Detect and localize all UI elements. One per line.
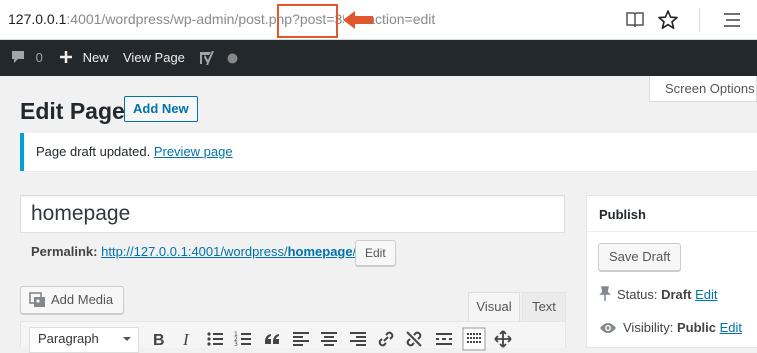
- visibility-value: Public: [676, 320, 716, 335]
- bullet-list-icon[interactable]: [205, 329, 225, 349]
- insert-link-icon[interactable]: [376, 329, 396, 349]
- read-more-icon[interactable]: [434, 329, 454, 349]
- screen-options-button[interactable]: Screen Options: [649, 76, 757, 102]
- comment-bubble-icon: [12, 51, 24, 63]
- permalink-row: Permalink: http://127.0.0.1:4001/wordpre…: [31, 244, 356, 259]
- save-draft-button[interactable]: Save Draft: [598, 243, 682, 271]
- publish-box: Publish Save Draft Status: Draft Edit Vi…: [586, 195, 757, 348]
- status-row: Status: Draft Edit: [599, 286, 717, 302]
- post-title-input[interactable]: homepage: [20, 195, 565, 233]
- permalink-slug: homepage: [287, 244, 353, 259]
- preview-page-link[interactable]: Preview page: [154, 144, 233, 159]
- tab-visual[interactable]: Visual: [468, 292, 520, 321]
- format-value: Paragraph: [38, 331, 99, 346]
- editor-toolbar: Paragraph B I 123: [20, 321, 566, 353]
- align-right-icon[interactable]: [348, 329, 368, 349]
- add-media-icon: [29, 292, 45, 307]
- page-title: Edit Page: [20, 98, 125, 124]
- status-value: Draft: [661, 287, 692, 302]
- annotation-arrow-icon: [343, 11, 373, 29]
- toolbar-toggle-icon[interactable]: [462, 327, 486, 351]
- numbered-list-icon[interactable]: 123: [233, 329, 253, 349]
- hamburger-menu-icon[interactable]: [720, 8, 744, 32]
- publish-box-header[interactable]: Publish: [587, 196, 757, 232]
- format-select[interactable]: Paragraph: [29, 327, 139, 353]
- permalink-base: http://127.0.0.1:4001/wordpress/: [101, 244, 288, 259]
- reader-view-icon[interactable]: [623, 8, 647, 32]
- status-edit-link[interactable]: Edit: [695, 287, 717, 302]
- view-page-link[interactable]: View Page: [123, 40, 185, 76]
- remove-link-icon[interactable]: [404, 329, 424, 349]
- permalink-label: Permalink:: [31, 244, 98, 259]
- update-notice: Page draft updated. Preview page: [20, 133, 757, 171]
- fullscreen-icon[interactable]: [493, 329, 513, 349]
- url-highlight-box: [277, 4, 338, 38]
- comments-menu[interactable]: 0: [10, 40, 43, 76]
- comments-count: 0: [35, 50, 43, 65]
- svg-text:B: B: [153, 332, 165, 349]
- add-new-button[interactable]: Add New: [124, 96, 198, 122]
- notice-text: Page draft updated. Preview page: [36, 144, 233, 159]
- chevron-down-icon: [123, 337, 131, 341]
- url-host: 127.0.0.1: [8, 11, 67, 27]
- seo-status-dot-icon: [227, 53, 238, 64]
- plus-icon: [60, 51, 72, 63]
- align-center-icon[interactable]: [319, 329, 339, 349]
- svg-text:I: I: [182, 330, 190, 349]
- url-path: :4001/wordpress/wp-admin/post.php?post=3…: [66, 11, 436, 27]
- pin-icon: [599, 286, 611, 301]
- add-media-label: Add Media: [51, 292, 114, 307]
- toolbar-divider: [699, 8, 700, 32]
- eye-icon: [600, 323, 616, 333]
- new-label: New: [82, 50, 109, 65]
- visibility-edit-link[interactable]: Edit: [720, 320, 742, 335]
- browser-address-bar: 127.0.0.1:4001/wordpress/wp-admin/post.p…: [0, 0, 757, 40]
- align-left-icon[interactable]: [291, 329, 311, 349]
- star-icon[interactable]: [656, 8, 680, 32]
- visibility-label: Visibility:: [623, 320, 674, 335]
- tab-text[interactable]: Text: [522, 292, 566, 321]
- visibility-row: Visibility: Public Edit: [599, 320, 742, 335]
- blockquote-icon[interactable]: [262, 329, 282, 349]
- yoast-icon[interactable]: [198, 49, 216, 67]
- bold-icon[interactable]: B: [148, 329, 168, 349]
- new-content-menu[interactable]: New: [59, 40, 109, 76]
- permalink-url[interactable]: http://127.0.0.1:4001/wordpress/homepage…: [101, 244, 356, 259]
- admin-bar: 0 New View Page: [0, 40, 757, 76]
- italic-icon[interactable]: I: [176, 329, 196, 349]
- publish-heading: Publish: [599, 207, 646, 222]
- svg-text:3: 3: [234, 341, 238, 348]
- add-media-button[interactable]: Add Media: [20, 286, 125, 314]
- notice-message: Page draft updated.: [36, 144, 151, 159]
- permalink-edit-button[interactable]: Edit: [355, 240, 396, 266]
- status-label: Status:: [617, 287, 658, 302]
